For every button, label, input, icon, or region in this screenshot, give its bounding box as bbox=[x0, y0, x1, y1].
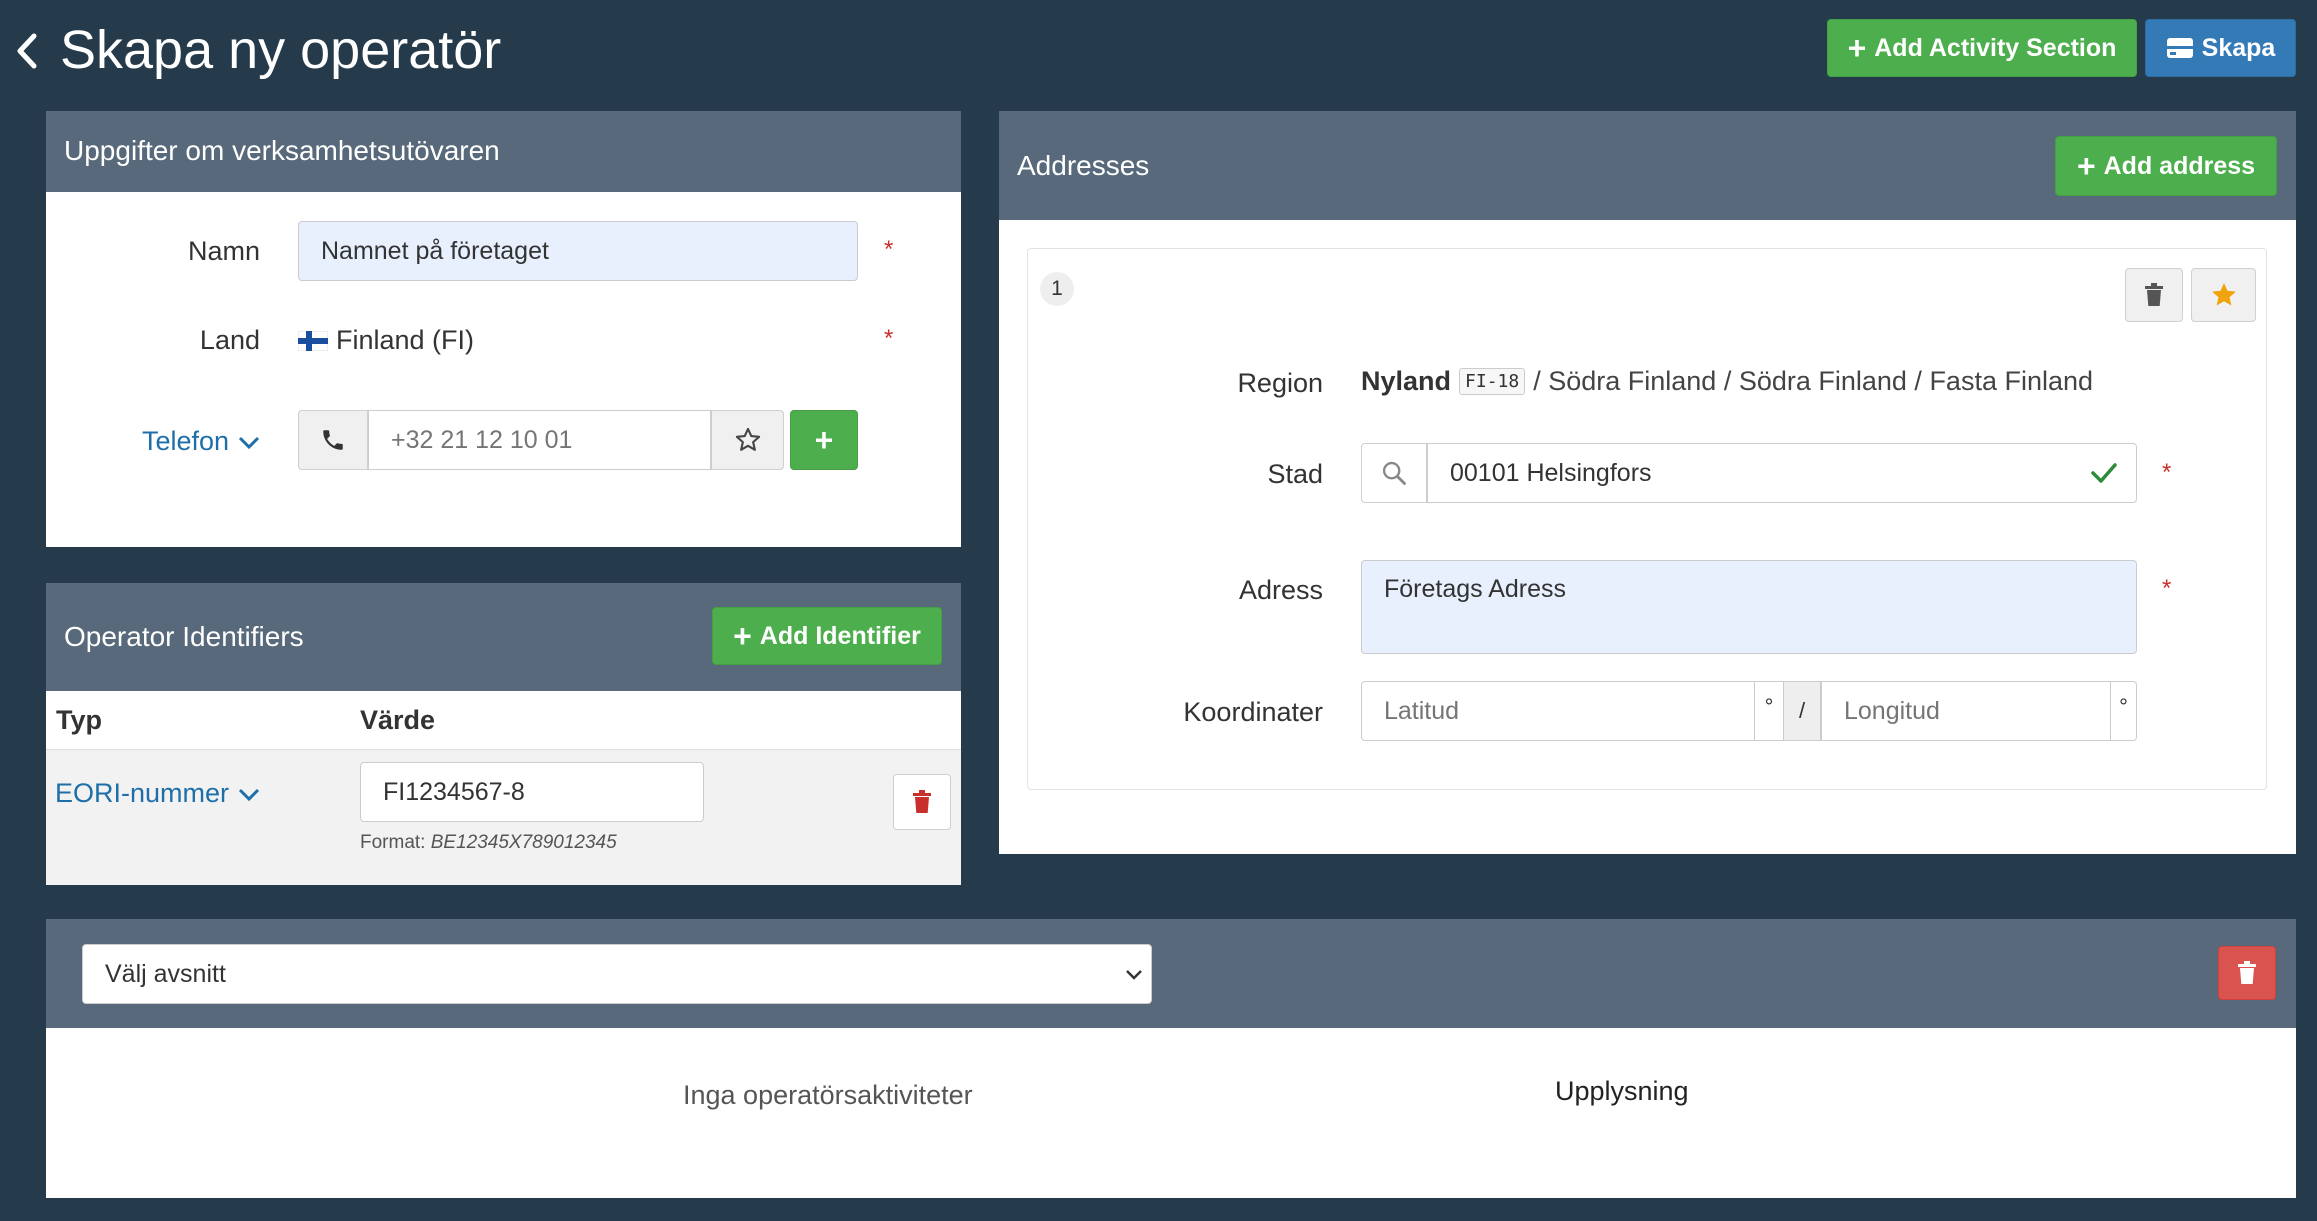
add-identifier-button[interactable]: + Add Identifier bbox=[712, 607, 942, 665]
trash-icon bbox=[913, 790, 931, 813]
delete-identifier-button[interactable] bbox=[893, 774, 951, 830]
page-title: Skapa ny operatör bbox=[60, 20, 502, 80]
chevron-down-icon bbox=[1126, 970, 1142, 980]
plus-icon: + bbox=[1847, 30, 1867, 66]
latitude-input[interactable] bbox=[1361, 681, 1755, 741]
operator-panel-title: Uppgifter om verksamhetsutövaren bbox=[64, 135, 500, 166]
identifier-type-label: EORI-nummer bbox=[55, 778, 230, 808]
addresses-panel-title: Addresses bbox=[1017, 150, 1150, 181]
phone-type-dropdown[interactable]: Telefon bbox=[142, 426, 261, 457]
operator-panel-header: Uppgifter om verksamhetsutövaren bbox=[46, 111, 961, 192]
phone-label: Telefon bbox=[142, 426, 230, 456]
region-value: Nyland FI-18 / Södra Finland / Södra Fin… bbox=[1361, 366, 2093, 397]
format-example: BE12345X789012345 bbox=[430, 832, 617, 853]
country-required-mark: * bbox=[884, 325, 894, 352]
city-value: 00101 Helsingfors bbox=[1450, 458, 1652, 487]
region-name: Nyland bbox=[1361, 366, 1452, 396]
identifier-format-hint: Format: BE12345X789012345 bbox=[360, 832, 617, 854]
identifiers-panel-title: Operator Identifiers bbox=[64, 621, 304, 652]
phone-icon bbox=[323, 430, 343, 450]
delete-section-button[interactable] bbox=[2218, 946, 2276, 1000]
chevron-down-icon bbox=[238, 788, 260, 801]
city-label: Stad bbox=[1267, 459, 1323, 489]
phone-addon bbox=[298, 410, 368, 470]
column-value-header: Värde bbox=[360, 705, 436, 735]
country-value: Finland (FI) bbox=[298, 325, 474, 356]
info-text: Upplysning bbox=[1555, 1076, 1689, 1106]
check-icon bbox=[2091, 463, 2117, 483]
trash-icon bbox=[2145, 283, 2163, 306]
create-button[interactable]: Skapa bbox=[2145, 19, 2296, 77]
column-type-header: Typ bbox=[56, 705, 102, 735]
section-select-value: Välj avsnitt bbox=[105, 959, 226, 988]
finland-flag-icon bbox=[298, 330, 328, 351]
country-text: Finland (FI) bbox=[336, 325, 475, 355]
identifier-value-input[interactable]: FI1234567-8 bbox=[360, 762, 704, 822]
add-address-button[interactable]: + Add address bbox=[2055, 136, 2277, 196]
add-phone-button[interactable]: + bbox=[790, 410, 858, 470]
latitude-degree: ° bbox=[1755, 681, 1783, 741]
region-label: Region bbox=[1237, 368, 1323, 398]
name-label: Namn bbox=[187, 236, 260, 266]
phone-input[interactable] bbox=[368, 410, 711, 470]
plus-icon: + bbox=[2076, 148, 2096, 184]
name-required-mark: * bbox=[884, 236, 894, 263]
add-activity-section-label: Add Activity Section bbox=[1874, 33, 2117, 62]
star-icon bbox=[2211, 283, 2236, 306]
coordinates-label: Koordinater bbox=[1183, 697, 1323, 727]
plus-icon: + bbox=[733, 618, 752, 654]
create-label: Skapa bbox=[2201, 33, 2276, 62]
phone-favorite-button[interactable] bbox=[711, 410, 784, 470]
search-icon bbox=[1382, 461, 1406, 485]
address-label: Adress bbox=[1238, 575, 1323, 605]
longitude-degree: ° bbox=[2111, 681, 2137, 741]
chevron-down-icon bbox=[239, 436, 260, 449]
empty-activities-text: Inga operatörsaktiviteter bbox=[683, 1080, 973, 1110]
primary-address-button[interactable] bbox=[2191, 268, 2256, 322]
region-code-badge: FI-18 bbox=[1459, 368, 1526, 395]
country-label: Land bbox=[199, 325, 260, 355]
address-index-badge: 1 bbox=[1040, 272, 1074, 306]
name-input[interactable]: Namnet på företaget bbox=[298, 221, 858, 281]
star-outline-icon bbox=[735, 427, 760, 451]
section-select[interactable]: Välj avsnitt bbox=[82, 944, 1152, 1004]
table-row: EORI-nummer FI1234567-8 Format: BE12345X… bbox=[46, 750, 961, 885]
add-activity-section-button[interactable]: + Add Activity Section bbox=[1827, 19, 2137, 77]
activity-section-body: Inga operatörsaktiviteter Upplysning bbox=[46, 1028, 2296, 1198]
delete-address-button[interactable] bbox=[2125, 268, 2183, 322]
region-path: / Södra Finland / Södra Finland / Fasta … bbox=[1533, 366, 2094, 396]
plus-icon: + bbox=[814, 422, 834, 458]
city-required-mark: * bbox=[2162, 459, 2172, 486]
trash-icon bbox=[2238, 961, 2256, 984]
save-icon bbox=[2166, 38, 2193, 58]
identifiers-table-header: Typ Värde bbox=[46, 691, 961, 750]
coordinate-separator: / bbox=[1783, 681, 1821, 741]
city-input[interactable]: 00101 Helsingfors bbox=[1427, 443, 2137, 503]
identifier-type-dropdown[interactable]: EORI-nummer bbox=[55, 778, 261, 809]
city-search-addon bbox=[1361, 443, 1427, 503]
add-identifier-label: Add Identifier bbox=[759, 621, 921, 650]
address-required-mark: * bbox=[2162, 575, 2172, 602]
format-label: Format: bbox=[360, 832, 426, 853]
longitude-input[interactable] bbox=[1821, 681, 2111, 741]
back-chevron-icon[interactable] bbox=[12, 30, 42, 72]
add-address-label: Add address bbox=[2103, 151, 2256, 180]
address-textarea[interactable]: Företags Adress bbox=[1361, 560, 2137, 654]
